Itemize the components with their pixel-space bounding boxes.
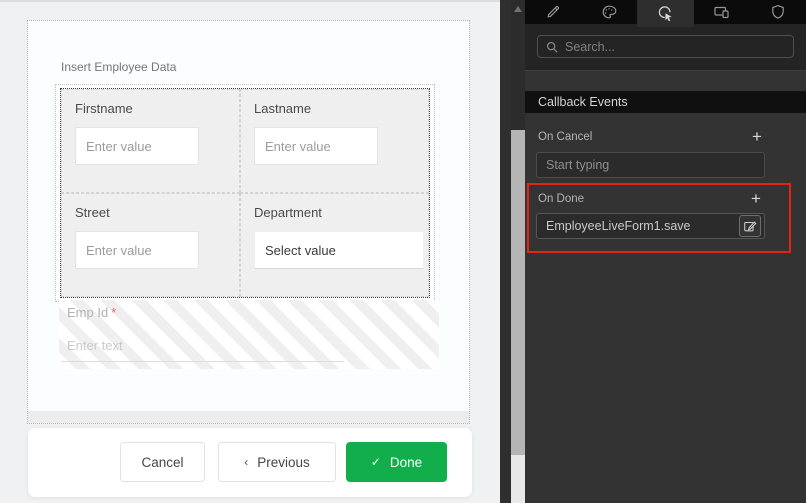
panel-spacer bbox=[525, 71, 806, 91]
search-icon bbox=[546, 41, 558, 53]
chevron-left-icon: ‹ bbox=[244, 455, 248, 469]
scrollbar-up-arrow-icon[interactable] bbox=[514, 6, 522, 12]
section-header-callback-events: Callback Events bbox=[525, 91, 806, 113]
tab-events[interactable] bbox=[637, 0, 693, 27]
form-footer-panel: Cancel ‹ Previous ✓ Done bbox=[28, 428, 472, 497]
on-done-field[interactable] bbox=[546, 219, 739, 233]
cancel-button-label: Cancel bbox=[141, 455, 183, 470]
field-label: Firstname bbox=[75, 101, 239, 116]
empid-input[interactable] bbox=[61, 330, 344, 362]
on-cancel-input[interactable] bbox=[536, 152, 765, 178]
field-label: Street bbox=[75, 205, 239, 220]
pointer-events-icon bbox=[657, 5, 674, 22]
cancel-button[interactable]: Cancel bbox=[120, 442, 205, 482]
field-cell-lastname[interactable]: Lastname Enter value bbox=[240, 89, 429, 193]
pen-icon bbox=[545, 4, 561, 20]
fields-outer-selection[interactable]: Firstname Enter value Lastname Enter val… bbox=[55, 84, 435, 302]
vertical-scrollbar[interactable] bbox=[511, 0, 525, 503]
street-input[interactable]: Enter value bbox=[75, 231, 199, 269]
tab-style[interactable] bbox=[581, 0, 637, 24]
form-title: Insert Employee Data bbox=[61, 60, 176, 74]
scrollbar-track[interactable] bbox=[511, 455, 525, 503]
previous-button[interactable]: ‹ Previous bbox=[218, 442, 336, 482]
tab-responsive[interactable] bbox=[694, 0, 750, 24]
palette-icon bbox=[601, 4, 617, 20]
check-icon: ✓ bbox=[371, 455, 381, 469]
canvas-top-divider bbox=[0, 0, 500, 2]
lastname-input[interactable]: Enter value bbox=[254, 127, 378, 165]
done-button-label: Done bbox=[390, 455, 422, 470]
edit-action-button[interactable] bbox=[739, 215, 761, 237]
tab-security[interactable] bbox=[750, 0, 806, 24]
app-window: Insert Employee Data Firstname Enter val… bbox=[0, 0, 806, 503]
on-cancel-field[interactable] bbox=[546, 158, 761, 172]
required-asterisk: * bbox=[111, 305, 116, 320]
fields-group-selection[interactable]: Firstname Enter value Lastname Enter val… bbox=[60, 88, 430, 298]
on-done-highlight-box: On Done + bbox=[527, 183, 791, 253]
previous-button-label: Previous bbox=[257, 455, 310, 470]
plus-icon[interactable]: + bbox=[748, 191, 764, 207]
field-label: Department bbox=[254, 205, 428, 220]
department-select[interactable]: Select value bbox=[254, 231, 424, 269]
field-cell-street[interactable]: Street Enter value bbox=[61, 193, 240, 297]
panel-divider-strip bbox=[500, 0, 511, 503]
properties-panel: Callback Events On Cancel + On Done + bbox=[525, 0, 806, 503]
panel-tabbar bbox=[525, 0, 806, 24]
form-widget-container[interactable]: Insert Employee Data Firstname Enter val… bbox=[27, 20, 470, 424]
firstname-input[interactable]: Enter value bbox=[75, 127, 199, 165]
tab-edit[interactable] bbox=[525, 0, 581, 24]
empid-label: Emp Id* bbox=[59, 300, 439, 320]
on-cancel-group: On Cancel + bbox=[525, 130, 806, 178]
on-done-label: On Done bbox=[538, 193, 584, 205]
shield-icon bbox=[770, 4, 786, 20]
devices-icon bbox=[713, 4, 731, 20]
scrollbar-thumb[interactable] bbox=[511, 130, 525, 455]
design-canvas[interactable]: Insert Employee Data Firstname Enter val… bbox=[0, 0, 500, 503]
panel-search-area bbox=[525, 24, 806, 70]
field-cell-department[interactable]: Department Select value bbox=[240, 193, 429, 297]
search-field[interactable] bbox=[565, 40, 785, 54]
plus-icon[interactable]: + bbox=[749, 129, 765, 145]
card-footer-strip bbox=[28, 411, 469, 423]
on-cancel-label: On Cancel bbox=[538, 131, 592, 143]
empid-field-hatched[interactable]: Emp Id* bbox=[59, 300, 439, 369]
field-cell-firstname[interactable]: Firstname Enter value bbox=[61, 89, 240, 193]
on-done-input[interactable] bbox=[536, 213, 765, 239]
done-button[interactable]: ✓ Done bbox=[346, 442, 447, 482]
edit-icon bbox=[743, 219, 757, 233]
search-input[interactable] bbox=[537, 35, 794, 58]
field-label: Lastname bbox=[254, 101, 428, 116]
